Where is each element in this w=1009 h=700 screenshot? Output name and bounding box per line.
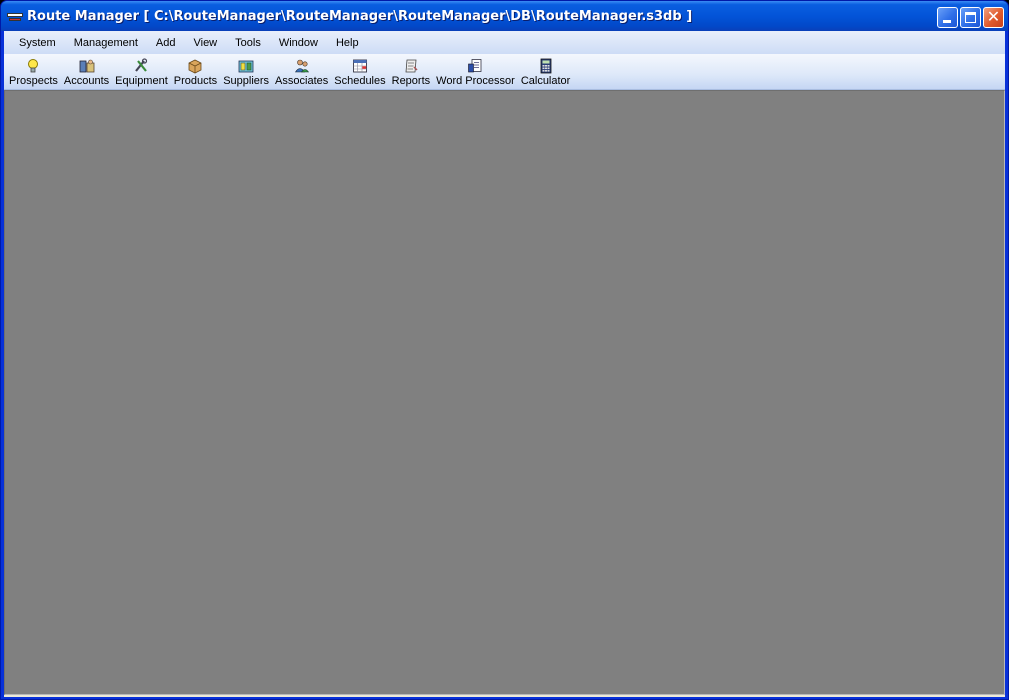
maximize-icon: [965, 12, 976, 23]
toolbar-schedules-label: Schedules: [334, 75, 386, 87]
menu-help[interactable]: Help: [327, 35, 368, 51]
toolbar-associates-label: Associates: [275, 75, 329, 87]
minimize-button[interactable]: [937, 7, 958, 28]
close-icon: ✕: [986, 7, 1001, 26]
title-bar[interactable]: Route Manager [ C:\RouteManager\RouteMan…: [1, 1, 1008, 31]
route-manager-app-icon[interactable]: [7, 10, 23, 24]
toolbar-calculator-label: Calculator: [520, 75, 571, 87]
mdi-workspace[interactable]: [4, 90, 1005, 695]
menu-view[interactable]: View: [184, 35, 226, 51]
toolbar-reports-label: Reports: [391, 75, 431, 87]
equipment-icon: [133, 58, 149, 74]
menu-management[interactable]: Management: [65, 35, 147, 51]
lightbulb-icon: [25, 58, 41, 74]
accounts-icon: [79, 58, 95, 74]
toolbar-prospects-button[interactable]: Prospects: [6, 54, 61, 89]
app-window: Route Manager [ C:\RouteManager\RouteMan…: [0, 0, 1009, 700]
products-box-icon: [187, 58, 203, 74]
toolbar-schedules-button[interactable]: Schedules: [331, 54, 388, 89]
toolbar-word-processor-button[interactable]: Word Processor: [433, 54, 518, 89]
client-area: System Management Add View Tools Window …: [4, 31, 1005, 697]
close-button[interactable]: ✕: [983, 7, 1004, 28]
toolbar-equipment-label: Equipment: [115, 75, 168, 87]
toolbar-accounts-label: Accounts: [63, 75, 110, 87]
toolbar: Prospects Accounts Equipment Products Su…: [4, 54, 1005, 90]
menu-tools[interactable]: Tools: [226, 35, 270, 51]
toolbar-calculator-button[interactable]: Calculator: [518, 54, 574, 89]
reports-icon: [403, 58, 419, 74]
word-processor-icon: [467, 58, 483, 74]
associates-people-icon: [294, 58, 310, 74]
calendar-icon: [352, 58, 368, 74]
toolbar-suppliers-button[interactable]: Suppliers: [220, 54, 272, 89]
toolbar-suppliers-label: Suppliers: [223, 75, 270, 87]
maximize-button[interactable]: [960, 7, 981, 28]
toolbar-reports-button[interactable]: Reports: [389, 54, 434, 89]
minimize-icon: [943, 20, 951, 23]
menu-system[interactable]: System: [10, 35, 65, 51]
toolbar-equipment-button[interactable]: Equipment: [112, 54, 171, 89]
toolbar-accounts-button[interactable]: Accounts: [61, 54, 112, 89]
toolbar-products-label: Products: [173, 75, 218, 87]
toolbar-word-processor-label: Word Processor: [436, 75, 515, 87]
toolbar-prospects-label: Prospects: [9, 75, 58, 87]
menu-window[interactable]: Window: [270, 35, 327, 51]
toolbar-associates-button[interactable]: Associates: [272, 54, 331, 89]
window-title: Route Manager [ C:\RouteManager\RouteMan…: [27, 8, 693, 24]
calculator-icon: [538, 58, 554, 74]
menu-bar: System Management Add View Tools Window …: [4, 31, 1005, 54]
toolbar-products-button[interactable]: Products: [171, 54, 220, 89]
menu-add[interactable]: Add: [147, 35, 185, 51]
suppliers-icon: [238, 58, 254, 74]
